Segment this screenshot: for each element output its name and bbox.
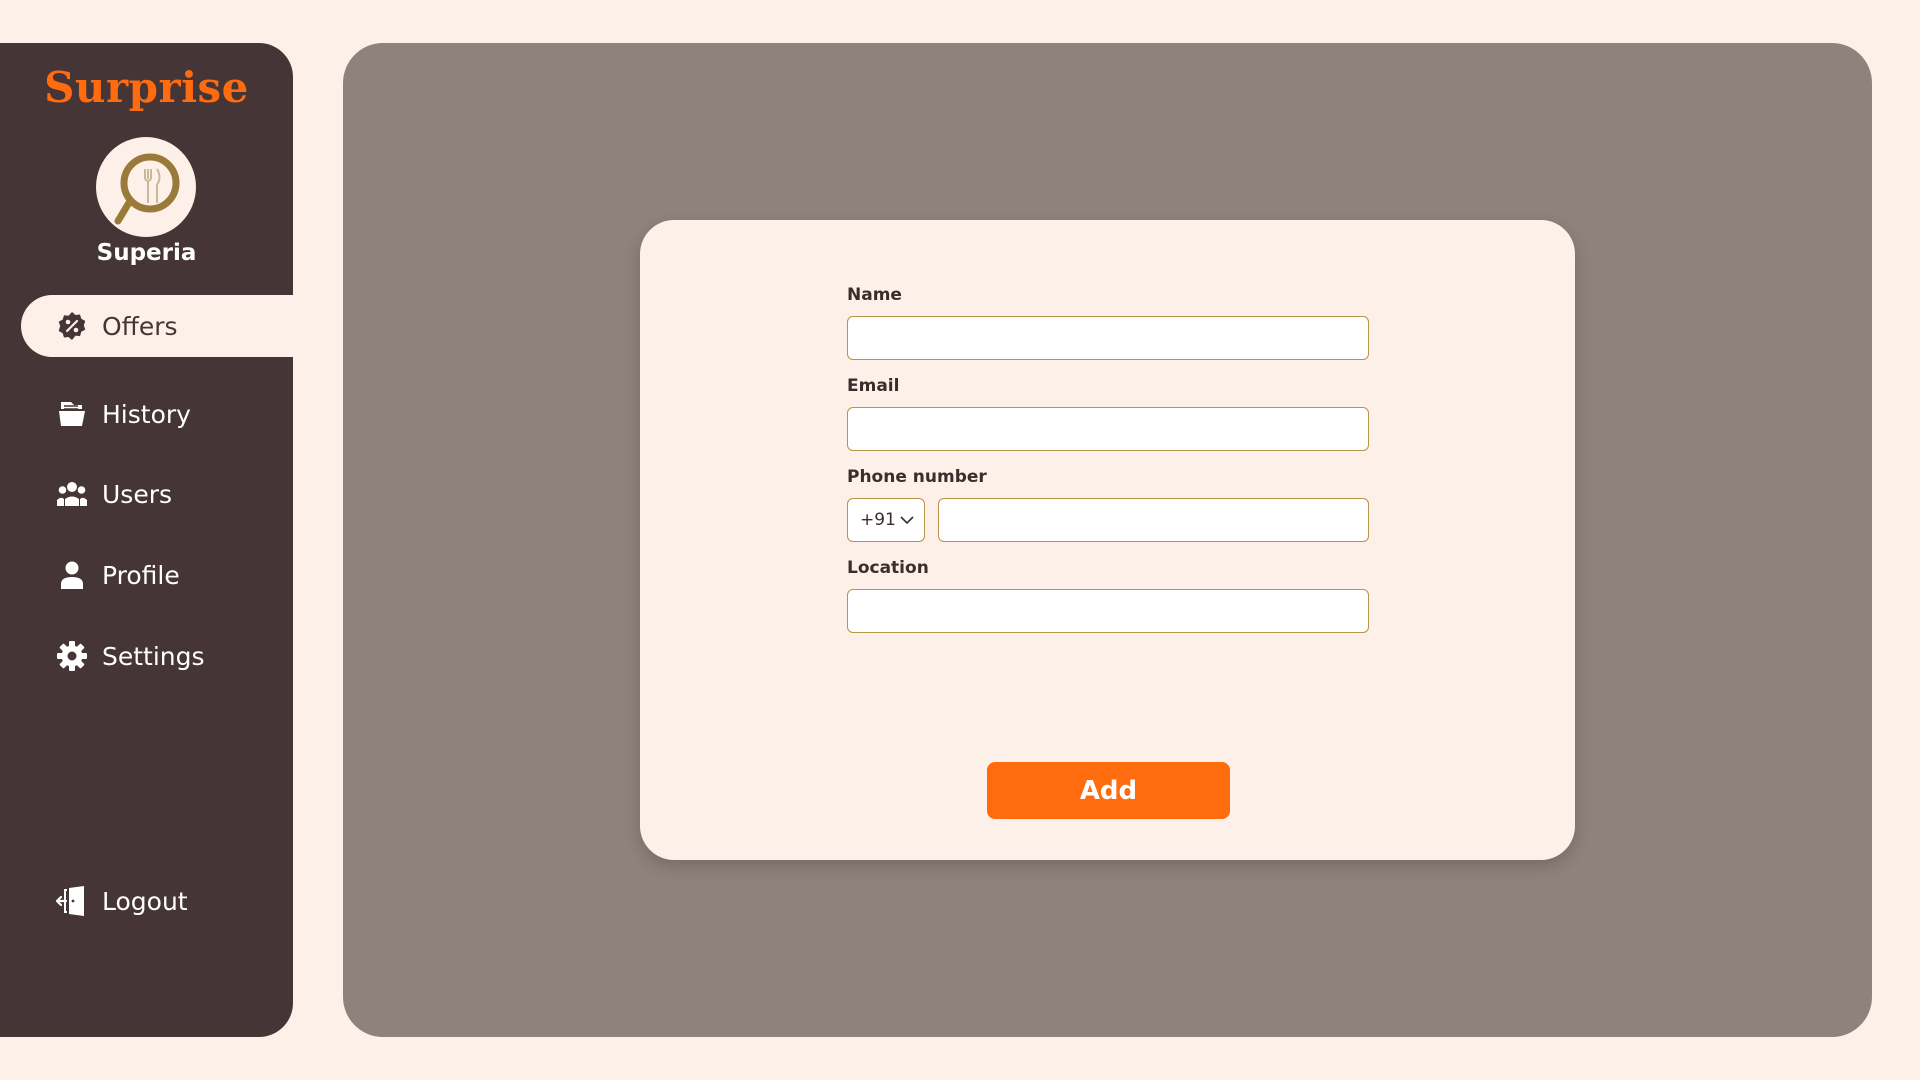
users-group-icon <box>56 478 88 510</box>
location-field[interactable] <box>847 589 1369 633</box>
sidebar-item-label: Offers <box>102 311 178 341</box>
sidebar-item-label: Settings <box>102 641 205 671</box>
offer-percent-icon <box>56 310 88 342</box>
person-icon <box>56 559 88 591</box>
history-folder-icon <box>56 398 88 430</box>
sidebar-item-offers[interactable]: Offers <box>21 295 293 357</box>
phone-label: Phone number <box>847 467 987 487</box>
sidebar-item-label: Users <box>102 479 173 509</box>
restaurant-name: Superia <box>96 240 197 266</box>
logout-button[interactable]: Logout <box>0 870 293 932</box>
sidebar-item-settings[interactable]: Settings <box>0 625 293 687</box>
phone-field[interactable] <box>938 498 1369 542</box>
logout-door-icon <box>56 885 88 917</box>
sidebar-item-history[interactable]: History <box>0 383 293 445</box>
chevron-down-icon <box>900 516 914 525</box>
restaurant-logo-icon <box>114 153 180 225</box>
email-label: Email <box>847 376 900 396</box>
sidebar-item-profile[interactable]: Profile <box>0 544 293 606</box>
logout-label: Logout <box>102 886 188 916</box>
sidebar: Surprise Superia Offers History Users Pr… <box>0 43 293 1037</box>
sidebar-item-users[interactable]: Users <box>0 463 293 525</box>
sidebar-item-label: Profile <box>102 560 180 590</box>
add-button[interactable]: Add <box>987 762 1230 819</box>
country-code-value: +91 <box>860 510 896 530</box>
name-field[interactable] <box>847 316 1369 360</box>
restaurant-avatar <box>96 137 196 237</box>
add-user-form: Name Email Phone number +91 Location Add <box>640 220 1575 860</box>
sidebar-item-label: History <box>102 399 191 429</box>
brand-logo-text: Surprise <box>44 63 249 112</box>
location-label: Location <box>847 558 929 578</box>
country-code-select[interactable]: +91 <box>847 498 925 542</box>
name-label: Name <box>847 285 902 305</box>
email-field[interactable] <box>847 407 1369 451</box>
gear-icon <box>56 640 88 672</box>
